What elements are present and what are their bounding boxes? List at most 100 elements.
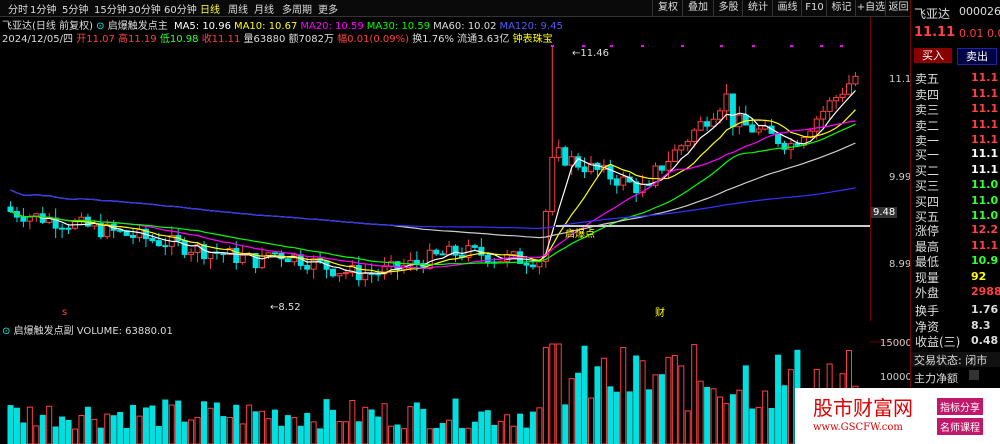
candle-body xyxy=(813,118,820,132)
volume-bar xyxy=(781,385,788,444)
volume-bar xyxy=(323,399,330,444)
volume-bar xyxy=(136,415,143,444)
candle-body xyxy=(452,245,459,256)
buy-button[interactable]: 买入 xyxy=(914,48,952,63)
volume-bar xyxy=(426,428,433,444)
volume-bar xyxy=(400,428,407,444)
volume-bar xyxy=(130,404,137,444)
volume-bar xyxy=(342,421,349,444)
volume-bar xyxy=(607,386,614,444)
candle-body xyxy=(471,245,478,248)
ma-line xyxy=(10,120,856,270)
volume-bar xyxy=(504,414,511,444)
candle-body xyxy=(375,273,382,276)
candle-body xyxy=(201,244,207,260)
volume-bar xyxy=(91,418,98,444)
volume-bar xyxy=(271,409,278,444)
volume-bar xyxy=(633,355,640,444)
candle-body xyxy=(233,247,240,263)
volume-bar xyxy=(394,424,401,444)
price-pct: 0.0 xyxy=(987,27,1000,40)
volume-bar xyxy=(517,413,524,444)
settings-icon[interactable]: ⊙ xyxy=(2,326,10,337)
volume-bar xyxy=(188,419,195,444)
main-net-label: 主力净额 xyxy=(914,372,958,385)
candle-body xyxy=(26,216,33,222)
volume-bar xyxy=(742,365,749,444)
candle-body xyxy=(710,118,717,127)
volume-bar xyxy=(581,345,588,444)
quote-label: 最高 xyxy=(915,239,940,254)
vol-axis-label: 15000 xyxy=(880,338,912,349)
quote-label: 买二 xyxy=(915,163,940,178)
candle-body xyxy=(742,114,749,126)
candle-body xyxy=(65,227,72,230)
signal-dot xyxy=(752,45,755,47)
quote-label: 买三 xyxy=(915,179,940,193)
volume-bar xyxy=(291,417,298,444)
watermark-tag: 名师课程 xyxy=(937,418,983,435)
volume-bar xyxy=(775,354,782,444)
candle-body xyxy=(181,240,188,255)
volume-bar xyxy=(355,421,362,444)
kline-chart[interactable]: ←11.46 ←8.52 启爆点财 s xyxy=(0,0,910,444)
candle-body xyxy=(259,255,266,269)
volume-bar xyxy=(78,414,85,444)
volume-bar xyxy=(59,416,66,444)
volume-bar xyxy=(207,407,214,444)
quote-label: 涨停 xyxy=(915,224,940,238)
volume-bar xyxy=(381,403,388,444)
volume-bar xyxy=(594,366,601,444)
sell-button[interactable]: 卖出 xyxy=(957,48,997,65)
vol-axis-label: 10000 xyxy=(880,372,912,383)
candle-body xyxy=(433,249,440,255)
candle-body xyxy=(523,262,530,266)
volume-bar xyxy=(620,347,627,444)
watermark-main: 股市财富网 xyxy=(813,396,913,420)
volume-title-text: 启爆触发点副 VOLUME: 63880.01 xyxy=(13,326,173,337)
volume-bar xyxy=(626,391,633,444)
volume-bar xyxy=(46,405,53,444)
candle-body xyxy=(678,145,685,151)
volume-bar xyxy=(600,357,607,444)
volume-bar xyxy=(284,415,291,444)
volume-bar xyxy=(175,400,182,444)
volume-bar xyxy=(142,407,149,444)
volume-bar xyxy=(568,378,575,444)
volume-bar xyxy=(336,421,343,444)
quote-value: 11.1 xyxy=(971,162,999,176)
candle-body xyxy=(581,166,588,173)
candle-body xyxy=(362,272,369,281)
candle-body xyxy=(117,229,124,232)
volume-bar xyxy=(555,343,562,444)
ma-line xyxy=(10,90,856,275)
volume-bar xyxy=(362,406,369,444)
quote-label: 卖四 xyxy=(915,87,940,102)
ma-line xyxy=(10,187,856,230)
candle-body xyxy=(549,156,556,212)
quote-value: 11.1 xyxy=(971,86,999,100)
quote-label: 最低 xyxy=(915,255,940,269)
candle-body xyxy=(439,253,446,256)
volume-bar xyxy=(349,400,356,444)
signal-dot xyxy=(551,45,554,47)
annotation-low: ←8.52 xyxy=(270,302,301,313)
volume-bar xyxy=(407,406,414,444)
volume-bar xyxy=(33,425,40,444)
volume-bar xyxy=(20,422,27,444)
volume-bar xyxy=(162,399,169,444)
volume-bar xyxy=(265,418,272,444)
candle-body xyxy=(697,121,704,131)
volume-bar xyxy=(117,412,124,444)
volume-title: ⊙ 启爆触发点副 VOLUME: 63880.01 xyxy=(2,322,173,337)
quote-value: 8.3 xyxy=(971,318,991,332)
volume-bar xyxy=(755,406,762,444)
candle-body xyxy=(149,238,156,242)
volume-bar xyxy=(213,402,220,444)
candle-body xyxy=(562,147,569,166)
expand-icon[interactable] xyxy=(969,370,979,380)
stock-name: 飞亚达 xyxy=(914,7,951,21)
volume-bar xyxy=(710,388,717,444)
candle-body xyxy=(658,165,665,171)
candle-body xyxy=(7,206,14,213)
